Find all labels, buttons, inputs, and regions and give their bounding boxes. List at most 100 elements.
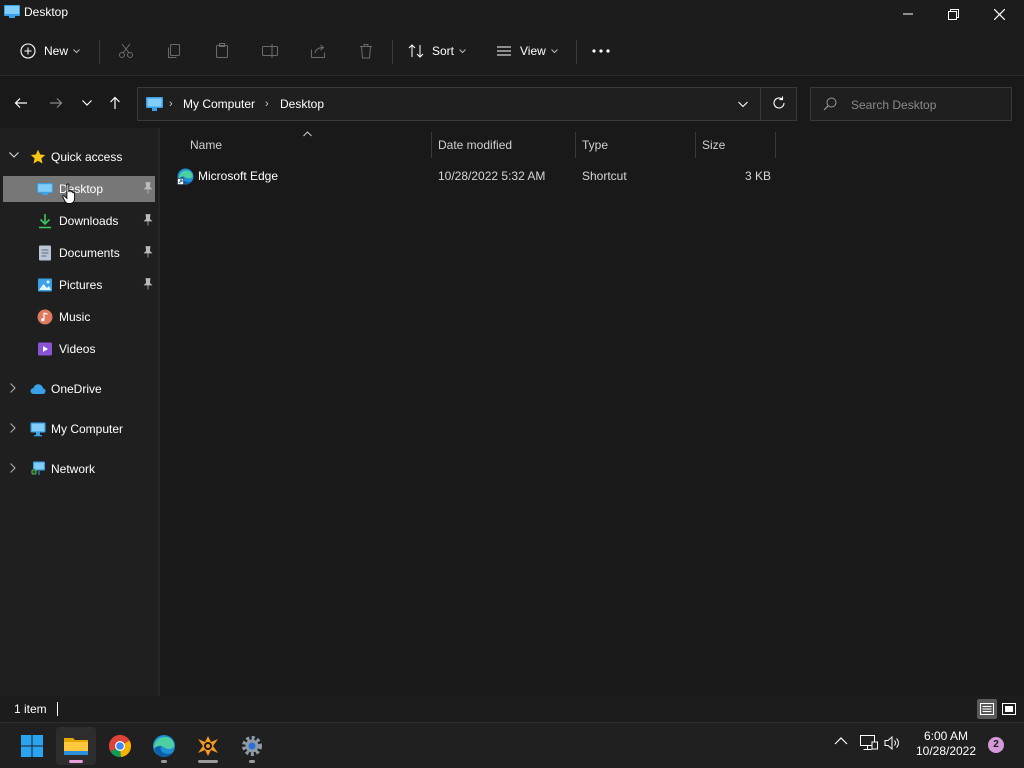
file-row[interactable]: Microsoft Edge 10/28/2022 5:32 AM Shortc…	[172, 164, 776, 188]
column-resizer[interactable]	[431, 132, 432, 158]
search-box[interactable]: Search Desktop	[810, 87, 1012, 121]
title-bar: Desktop	[0, 0, 1024, 28]
search-placeholder: Search Desktop	[851, 98, 937, 112]
view-label: View	[520, 44, 546, 58]
desktop-icon	[37, 183, 53, 195]
sidebar-item-quick-access[interactable]: Quick access	[3, 144, 155, 170]
column-header-date-modified[interactable]: Date modified	[438, 138, 512, 156]
sidebar-item-downloads[interactable]: Downloads	[3, 208, 155, 234]
arrow-right-icon	[50, 98, 63, 108]
column-resizer[interactable]	[575, 132, 576, 158]
share-button[interactable]	[310, 38, 326, 64]
sidebar-item-network[interactable]: Network	[3, 456, 155, 482]
column-header-type[interactable]: Type	[582, 138, 608, 156]
expand-chevron-right-icon[interactable]	[9, 463, 17, 473]
videos-icon	[38, 342, 52, 356]
pin-icon[interactable]	[143, 278, 153, 290]
cut-button[interactable]	[118, 38, 134, 64]
volume-icon[interactable]	[884, 735, 902, 751]
address-bar[interactable]: › My Computer › Desktop	[137, 87, 797, 121]
view-list-icon	[497, 46, 511, 56]
column-resizer[interactable]	[775, 132, 776, 158]
rename-icon	[262, 44, 278, 58]
sidebar-item-label: My Computer	[51, 422, 124, 436]
active-app-indicator	[69, 760, 83, 763]
sort-ascending-icon	[303, 131, 312, 137]
chrome-icon	[109, 735, 132, 758]
file-explorer-title-icon	[4, 5, 20, 18]
sort-button[interactable]: Sort	[408, 38, 466, 64]
paste-icon	[216, 43, 228, 58]
sidebar-item-pictures[interactable]: Pictures	[3, 272, 155, 298]
close-button[interactable]	[976, 0, 1022, 28]
sidebar-item-label: Downloads	[59, 214, 119, 228]
file-name: Microsoft Edge	[198, 169, 279, 183]
pin-icon[interactable]	[143, 182, 153, 194]
taskbar-app[interactable]	[188, 727, 228, 765]
pin-icon[interactable]	[143, 246, 153, 258]
view-button[interactable]: View	[496, 38, 558, 64]
toolbar-separator	[392, 40, 393, 64]
new-button[interactable]: New	[20, 38, 80, 64]
sidebar-item-my-computer[interactable]: My Computer	[3, 416, 155, 442]
notification-badge[interactable]: 2	[988, 737, 1004, 753]
network-status-icon[interactable]	[860, 735, 878, 751]
column-header-size[interactable]: Size	[702, 138, 725, 156]
pin-icon[interactable]	[143, 214, 153, 226]
breadcrumb-separator: ›	[265, 98, 269, 110]
restore-button[interactable]	[930, 0, 976, 28]
taskbar-edge[interactable]	[144, 727, 184, 765]
share-icon	[311, 44, 325, 58]
forward-button[interactable]	[46, 93, 66, 113]
breadcrumb-desktop[interactable]: Desktop	[280, 97, 324, 111]
new-plus-icon	[20, 43, 36, 59]
sidebar-item-label: Pictures	[59, 278, 103, 292]
more-dots-icon	[592, 49, 610, 53]
system-clock[interactable]: 6:00 AM 10/28/2022	[904, 729, 988, 759]
sort-icon	[408, 44, 424, 58]
sidebar-item-onedrive[interactable]: OneDrive	[3, 376, 155, 402]
item-count: 1 item	[14, 702, 47, 716]
sidebar-item-documents[interactable]: Documents	[3, 240, 155, 266]
expand-chevron-right-icon[interactable]	[9, 383, 17, 393]
expand-chevron-down-icon[interactable]	[9, 151, 19, 159]
chevron-down-icon	[550, 48, 558, 53]
up-button[interactable]	[105, 93, 125, 113]
navigation-pane-divider[interactable]	[158, 128, 160, 696]
clock-time: 6:00 AM	[923, 729, 969, 743]
back-button[interactable]	[11, 93, 31, 113]
address-history-chevron-icon[interactable]	[738, 97, 748, 111]
copy-button[interactable]	[166, 38, 182, 64]
sidebar-item-music[interactable]: Music	[3, 304, 155, 330]
running-app-indicator	[161, 760, 167, 763]
taskbar-file-explorer[interactable]	[56, 727, 96, 765]
delete-button[interactable]	[358, 38, 374, 64]
details-view-button[interactable]	[977, 699, 997, 719]
breadcrumb-my-computer[interactable]: My Computer	[183, 97, 255, 111]
paste-button[interactable]	[214, 38, 230, 64]
expand-chevron-right-icon[interactable]	[9, 423, 17, 433]
taskbar-chrome[interactable]	[100, 727, 140, 765]
column-header-name[interactable]: Name	[190, 138, 222, 156]
document-icon	[39, 245, 51, 261]
taskbar-settings[interactable]	[232, 727, 272, 765]
file-type: Shortcut	[582, 169, 627, 183]
column-resizer[interactable]	[695, 132, 696, 158]
chevron-down-icon	[73, 48, 80, 53]
large-icons-view-button[interactable]	[999, 699, 1019, 719]
chevron-down-icon	[82, 100, 92, 106]
minimize-button[interactable]	[885, 0, 931, 28]
computer-icon	[30, 422, 46, 437]
rename-button[interactable]	[262, 38, 278, 64]
close-icon	[993, 8, 1005, 20]
star-icon	[30, 149, 46, 164]
recent-locations-button[interactable]	[77, 93, 97, 113]
start-icon	[21, 735, 43, 757]
sidebar-item-videos[interactable]: Videos	[3, 336, 155, 362]
show-hidden-icons-chevron-icon[interactable]	[834, 736, 848, 746]
more-options-button[interactable]	[592, 38, 610, 64]
sidebar-item-label: Documents	[59, 246, 120, 260]
sidebar-item-desktop[interactable]: Desktop	[3, 176, 155, 202]
start-button[interactable]	[12, 727, 52, 765]
refresh-icon[interactable]	[772, 96, 786, 110]
